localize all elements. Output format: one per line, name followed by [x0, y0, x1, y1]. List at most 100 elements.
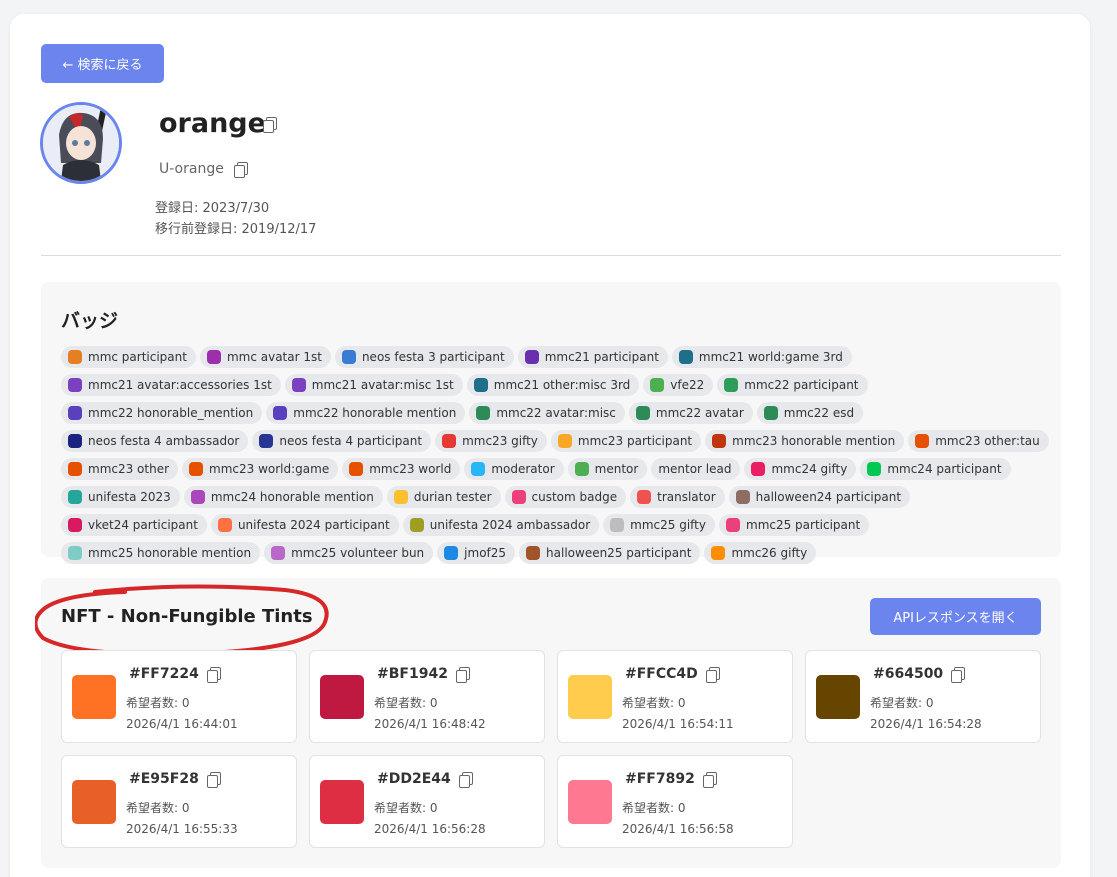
- badge-label: mmc26 gifty: [731, 546, 808, 560]
- copy-icon[interactable]: [206, 666, 221, 683]
- copy-icon[interactable]: [263, 117, 277, 133]
- badge-item: translator: [630, 486, 725, 508]
- tint-swatch: [72, 780, 116, 824]
- copy-icon[interactable]: [233, 161, 248, 178]
- badge-item: custom badge: [504, 486, 627, 508]
- badge-icon: [206, 350, 221, 364]
- badge-label: mmc22 avatar: [655, 406, 744, 420]
- copy-icon[interactable]: [455, 666, 470, 683]
- badge-icon: [68, 378, 82, 392]
- badge-label: custom badge: [531, 490, 618, 504]
- badge-item: neos festa 4 ambassador: [61, 430, 249, 452]
- badge-icon: [68, 490, 82, 504]
- tint-card[interactable]: #664500 希望者数: 0 2026/4/1 16:54:28: [805, 650, 1041, 743]
- badge-item: mmc23 world: [342, 458, 461, 480]
- badge-item: mmc22 honorable_mention: [61, 402, 263, 424]
- badge-label: mmc22 esd: [783, 406, 855, 420]
- nft-title: NFT - Non-Fungible Tints: [61, 606, 313, 627]
- copy-icon[interactable]: [458, 771, 473, 788]
- badge-item: moderator: [464, 458, 564, 480]
- badge-item: mmc25 volunteer bun: [264, 542, 434, 564]
- tint-swatch: [816, 675, 860, 719]
- badge-item: mentor lead: [651, 458, 741, 480]
- badge-icon: [526, 546, 541, 560]
- back-to-search-button[interactable]: ← 検索に戻る: [41, 44, 164, 83]
- badge-list: mmc participant mmc avatar 1st neos festa …: [61, 346, 1051, 564]
- tint-card[interactable]: #FF7892 希望者数: 0 2026/4/1 16:56:58: [557, 755, 793, 848]
- badge-icon: [393, 490, 408, 504]
- badges-panel: バッジ mmc participant mmc avatar 1st neos fe…: [41, 282, 1061, 564]
- tint-swatch: [568, 675, 612, 719]
- tint-card[interactable]: #FFCC4D 希望者数: 0 2026/4/1 16:54:11: [557, 650, 793, 743]
- username-text: orange: [159, 108, 266, 139]
- badge-label: mmc23 participant: [577, 434, 693, 448]
- tint-hex-text: #FF7224: [129, 666, 199, 682]
- badge-label: mentor lead: [658, 462, 732, 476]
- tint-date: 2026/4/1 16:56:28: [374, 822, 486, 836]
- tint-hex: #FFCC4D: [625, 666, 720, 683]
- user-id-text: U-orange: [159, 161, 224, 177]
- tint-wish-count: 希望者数: 0: [622, 696, 686, 710]
- badge-label: mmc25 gifty: [630, 518, 706, 532]
- badge-icon: [271, 546, 286, 560]
- badge-label: neos festa 3 participant: [361, 350, 505, 364]
- open-api-response-button[interactable]: APIレスポンスを開く: [870, 598, 1041, 635]
- badge-label: mmc21 participant: [544, 350, 659, 364]
- tint-hex: #DD2E44: [377, 771, 473, 788]
- tint-card[interactable]: #BF1942 希望者数: 0 2026/4/1 16:48:42: [309, 650, 545, 743]
- tint-card[interactable]: #E95F28 希望者数: 0 2026/4/1 16:55:33: [61, 755, 297, 848]
- avatar-illustration-icon: [43, 105, 119, 181]
- copy-icon[interactable]: [206, 771, 221, 788]
- badge-icon: [273, 406, 288, 420]
- badge-label: halloween24 participant: [755, 490, 902, 504]
- badge-icon: [291, 378, 306, 392]
- badge-label: mmc23 gifty: [462, 434, 538, 448]
- badge-label: mmc22 honorable mention: [293, 406, 457, 420]
- tint-card[interactable]: #FF7224 希望者数: 0 2026/4/1 16:44:01: [61, 650, 297, 743]
- badge-item: mmc22 esd: [756, 402, 864, 424]
- tint-hex-text: #664500: [873, 666, 944, 682]
- tint-hex: #664500: [873, 666, 966, 683]
- badge-item: mmc26 gifty: [704, 542, 817, 564]
- badge-label: mmc23 honorable mention: [732, 434, 896, 448]
- badge-icon: [68, 518, 82, 532]
- badge-icon: [724, 378, 739, 392]
- tint-hex-text: #FF7892: [625, 771, 695, 787]
- tint-wish-count: 希望者数: 0: [870, 696, 934, 710]
- badge-item: mmc23 world:game: [182, 458, 339, 480]
- tint-wish-count: 希望者数: 0: [126, 696, 190, 710]
- badge-icon: [637, 490, 652, 504]
- badge-label: durian tester: [413, 490, 492, 504]
- badge-icon: [726, 518, 740, 532]
- badge-item: halloween25 participant: [519, 542, 701, 564]
- badge-item: unifesta 2023: [61, 486, 180, 508]
- tint-grid: #FF7224 希望者数: 0 2026/4/1 16:44:01 #BF1942 希望…: [61, 650, 1041, 848]
- tint-date: 2026/4/1 16:56:58: [622, 822, 734, 836]
- badge-icon: [610, 518, 625, 532]
- copy-icon[interactable]: [702, 771, 717, 788]
- tint-swatch: [320, 675, 364, 719]
- badge-item: mmc23 other:tau: [908, 430, 1049, 452]
- tint-hex: #FF7224: [129, 666, 221, 683]
- badge-item: mmc24 gifty: [744, 458, 857, 480]
- tint-card[interactable]: #DD2E44 希望者数: 0 2026/4/1 16:56:28: [309, 755, 545, 848]
- tint-hex-text: #BF1942: [377, 666, 448, 682]
- badge-item: mmc25 honorable mention: [61, 542, 261, 564]
- badge-icon: [867, 462, 882, 476]
- copy-icon[interactable]: [951, 666, 966, 683]
- copy-icon[interactable]: [705, 666, 720, 683]
- tint-date: 2026/4/1 16:55:33: [126, 822, 238, 836]
- badge-item: mmc24 honorable mention: [183, 486, 383, 508]
- badge-item: mmc23 other: [61, 458, 179, 480]
- badge-item: jmof25: [437, 542, 516, 564]
- user-id: U-orange: [159, 161, 248, 178]
- badge-label: unifesta 2024 ambassador: [429, 518, 591, 532]
- badge-icon: [511, 490, 526, 504]
- nft-panel: NFT - Non-Fungible Tints APIレスポンスを開く #FF…: [35, 578, 1061, 868]
- tint-date: 2026/4/1 16:48:42: [374, 717, 486, 731]
- badge-icon: [471, 462, 486, 476]
- badge-item: mmc24 participant: [860, 458, 1011, 480]
- badge-icon: [68, 546, 82, 560]
- badge-item: mmc23 gifty: [435, 430, 547, 452]
- badge-item: mmc21 other:misc 3rd: [466, 374, 640, 396]
